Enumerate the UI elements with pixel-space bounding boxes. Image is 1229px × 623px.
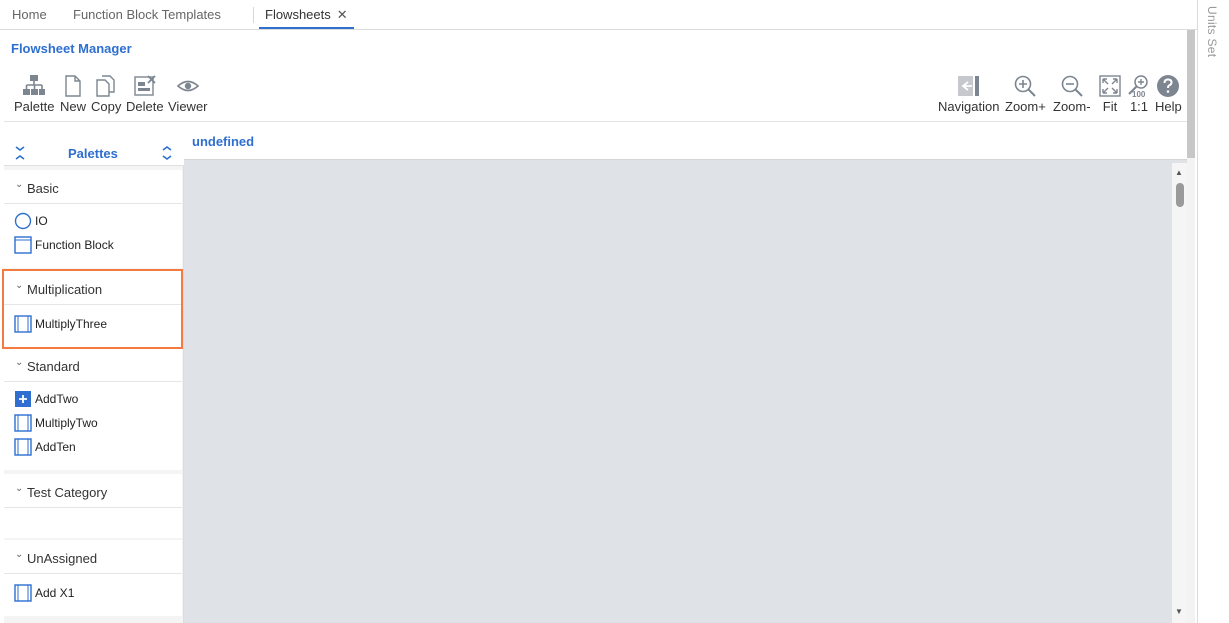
flowsheet-title: undefined — [192, 134, 255, 149]
palette-panel: Palettes ⌄ Basic IO Function Block ⌄ Mul… — [4, 122, 184, 623]
category-items: Add X1 — [4, 574, 182, 616]
units-set-label: Units Set — [1205, 6, 1219, 58]
palette-item-label: Add X1 — [35, 586, 75, 600]
new-button[interactable]: New — [60, 74, 86, 114]
tab-bar: Home Function Block Templates Flowsheets… — [0, 0, 1197, 30]
category-basic: ⌄ Basic IO Function Block — [4, 170, 182, 268]
chevron-down-icon: ⌄ — [15, 179, 24, 190]
category-header[interactable]: ⌄ Standard — [4, 348, 182, 382]
delete-icon — [134, 75, 156, 96]
collapse-all-icon[interactable] — [14, 145, 26, 161]
copy-button[interactable]: Copy — [91, 74, 121, 114]
canvas-header: undefined — [184, 122, 1187, 160]
category-standard: ⌄ Standard AddTwo MultiplyTwo AddTen — [4, 348, 182, 470]
zoom-out-icon — [1061, 75, 1083, 97]
category-header[interactable]: ⌄ Basic — [4, 170, 182, 204]
copy-icon — [96, 75, 115, 97]
palette-item-label: AddTen — [35, 440, 76, 454]
zoom-out-button[interactable]: Zoom- — [1053, 74, 1091, 114]
category-items — [4, 508, 182, 538]
palette-title: Palettes — [68, 146, 118, 161]
zoom-out-label: Zoom- — [1053, 99, 1091, 114]
category-name: Basic — [27, 181, 59, 196]
viewer-button[interactable]: Viewer — [168, 74, 208, 114]
help-icon — [1157, 75, 1180, 97]
chevron-down-icon: ⌄ — [15, 483, 24, 494]
category-unassigned: ⌄ UnAssigned Add X1 — [4, 540, 182, 616]
fit-label: Fit — [1102, 99, 1118, 114]
multiplication-highlight — [2, 269, 183, 349]
category-test-category: ⌄ Test Category — [4, 474, 182, 538]
fit-button[interactable]: Fit — [1098, 74, 1122, 114]
block-icon — [14, 414, 32, 432]
palette-item-label: MultiplyTwo — [35, 416, 98, 430]
delete-button[interactable]: Delete — [126, 74, 164, 114]
tab-separator — [253, 7, 254, 23]
actual-size-label: 1:1 — [1129, 99, 1149, 114]
tab-flowsheets[interactable]: Flowsheets ✕ — [259, 0, 354, 29]
plus-block-icon — [15, 391, 31, 407]
palette-header: Palettes — [4, 122, 184, 166]
navigation-button[interactable]: Navigation — [938, 74, 999, 114]
help-button[interactable]: Help — [1155, 74, 1182, 114]
tab-function-block-templates[interactable]: Function Block Templates — [67, 0, 227, 29]
actual-size-badge: 100 — [1132, 90, 1146, 99]
new-document-icon — [65, 75, 81, 97]
flowsheet-canvas[interactable] — [184, 160, 1187, 623]
block-icon — [14, 236, 32, 254]
copy-label: Copy — [91, 99, 122, 114]
category-header[interactable]: ⌄ Test Category — [4, 474, 182, 508]
close-icon[interactable]: ✕ — [337, 7, 348, 22]
tab-home[interactable]: Home — [6, 0, 53, 29]
eye-icon — [176, 80, 199, 92]
zoom-in-button[interactable]: Zoom+ — [1005, 74, 1046, 114]
scroll-down-icon[interactable]: ▼ — [1175, 607, 1183, 616]
app-frame: Home Function Block Templates Flowsheets… — [0, 0, 1229, 623]
category-header[interactable]: ⌄ UnAssigned — [4, 540, 182, 574]
scroll-up-icon[interactable]: ▲ — [1175, 168, 1183, 177]
navigation-label: Navigation — [938, 99, 1000, 114]
canvas-scrollbar-thumb[interactable] — [1176, 183, 1184, 207]
category-name: Standard — [27, 359, 80, 374]
tab-label: Home — [12, 7, 47, 22]
category-items: AddTwo MultiplyTwo AddTen — [4, 382, 182, 470]
tab-label: Function Block Templates — [73, 7, 221, 22]
main-scrollbar-thumb[interactable] — [1187, 30, 1195, 158]
category-name: UnAssigned — [27, 551, 98, 566]
chevron-down-icon: ⌄ — [15, 357, 24, 368]
block-icon — [14, 438, 32, 456]
zoom-in-icon — [1015, 75, 1037, 97]
palette-item-label: IO — [35, 214, 48, 228]
category-items: IO Function Block — [4, 204, 182, 268]
palette-icon — [23, 75, 46, 95]
expand-all-icon[interactable] — [161, 145, 173, 161]
page-title: Flowsheet Manager — [11, 41, 132, 56]
zoom-in-label: Zoom+ — [1005, 99, 1046, 114]
palette-item-label: Function Block — [35, 238, 114, 252]
delete-label: Delete — [126, 99, 164, 114]
palette-button[interactable]: Palette — [14, 74, 54, 114]
new-label: New — [60, 99, 87, 114]
chevron-down-icon: ⌄ — [15, 549, 24, 560]
main-scrollbar[interactable] — [1187, 30, 1195, 623]
help-label: Help — [1155, 99, 1182, 114]
circle-icon — [14, 212, 32, 230]
fit-icon — [1099, 75, 1121, 97]
palette-item-label: AddTwo — [35, 392, 79, 406]
category-name: Test Category — [27, 485, 108, 500]
canvas-scrollbar[interactable]: ▲ ▼ — [1172, 163, 1187, 623]
viewer-label: Viewer — [168, 99, 208, 114]
palette-label: Palette — [14, 99, 55, 114]
block-icon — [14, 584, 32, 602]
navigation-icon — [957, 76, 979, 96]
units-set-rail[interactable]: Units Set — [1197, 0, 1229, 623]
actual-size-button[interactable]: 100 1:1 — [1127, 74, 1151, 114]
tab-label: Flowsheets — [265, 7, 331, 22]
